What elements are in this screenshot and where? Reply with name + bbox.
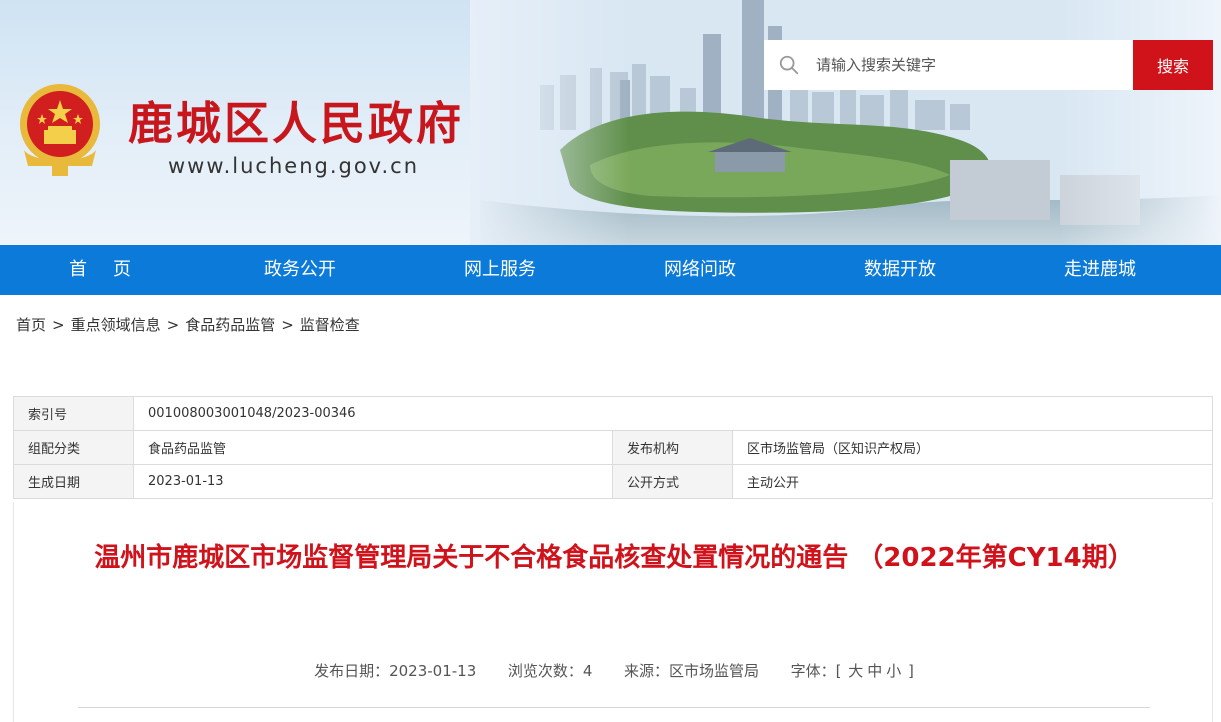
index-label: 索引号 [13, 396, 134, 431]
site-title[interactable]: 鹿城区人民政府 [128, 94, 464, 154]
national-emblem-icon [20, 84, 100, 176]
search-icon [779, 55, 799, 75]
font-size-medium-link[interactable]: 中 [867, 662, 882, 680]
breadcrumb: 首页 > 重点领域信息 > 食品药品监管 > 监督检查 [16, 314, 360, 336]
nav-item-about-lucheng[interactable]: 走进鹿城 [1000, 245, 1200, 295]
search-input[interactable] [814, 44, 1118, 86]
category-value: 食品药品监管 [133, 430, 613, 465]
article-divider [78, 707, 1150, 708]
publisher-value: 区市场监管局（区知识产权局） [732, 430, 1213, 465]
table-row: 索引号 001008003001048/2023-00346 [13, 396, 1213, 431]
breadcrumb-separator: > [281, 316, 294, 334]
publish-date-label: 发布日期： [314, 662, 390, 680]
publish-date-value: 2023-01-13 [389, 662, 477, 680]
table-row: 生成日期 2023-01-13 公开方式 主动公开 [13, 464, 1213, 499]
search-button[interactable]: 搜索 [1133, 40, 1213, 90]
font-size-label: 字体： [790, 662, 836, 680]
source-label: 来源： [623, 662, 669, 680]
breadcrumb-food-drug[interactable]: 食品药品监管 [185, 314, 275, 336]
nav-item-government-affairs[interactable]: 政务公开 [200, 245, 400, 295]
font-size-control: 字体：[ 大中小 ] [791, 662, 914, 680]
created-value: 2023-01-13 [133, 464, 613, 499]
header-banner: 鹿城区人民政府 www.lucheng.gov.cn 搜索 [0, 0, 1221, 245]
breadcrumb-separator: > [52, 316, 65, 334]
breadcrumb-key-areas[interactable]: 重点领域信息 [71, 314, 161, 336]
breadcrumb-separator: > [166, 316, 180, 334]
index-value: 001008003001048/2023-00346 [133, 396, 1213, 431]
site-url: www.lucheng.gov.cn [168, 154, 420, 178]
created-label: 生成日期 [13, 464, 134, 499]
public-method-value: 主动公开 [732, 464, 1213, 499]
nav-item-home[interactable]: 首页 [0, 245, 200, 295]
font-size-small-link[interactable]: 小 [886, 662, 901, 680]
nav-item-online-inquiry[interactable]: 网络问政 [600, 245, 800, 295]
publisher-label: 发布机构 [612, 430, 733, 465]
nav-item-online-services[interactable]: 网上服务 [400, 245, 600, 295]
public-method-label: 公开方式 [612, 464, 733, 499]
table-row: 组配分类 食品药品监管 发布机构 区市场监管局（区知识产权局） [13, 430, 1213, 465]
font-size-large-link[interactable]: 大 [848, 662, 863, 680]
article: 温州市鹿城区市场监督管理局关于不合格食品核查处置情况的通告 （2022年第CY1… [13, 502, 1213, 722]
views-label: 浏览次数： [507, 662, 583, 680]
article-title: 温州市鹿城区市场监督管理局关于不合格食品核查处置情况的通告 （2022年第CY1… [94, 543, 1134, 573]
nav-item-open-data[interactable]: 数据开放 [800, 245, 1000, 295]
main-nav: 首页 政务公开 网上服务 网络问政 数据开放 走进鹿城 [0, 245, 1221, 295]
search-box[interactable] [764, 40, 1133, 90]
breadcrumb-home[interactable]: 首页 [16, 314, 46, 336]
document-meta-table: 索引号 001008003001048/2023-00346 组配分类 食品药品… [13, 396, 1213, 499]
article-meta: 发布日期：2023-01-13 浏览次数：4 来源：区市场监管局 字体：[ 大中… [14, 660, 1214, 682]
views-value: 4 [582, 662, 593, 680]
font-bracket-open: [ [835, 662, 842, 680]
source-value: 区市场监管局 [668, 662, 759, 680]
breadcrumb-supervision[interactable]: 监督检查 [300, 314, 360, 336]
font-bracket-close: ] [908, 662, 914, 680]
category-label: 组配分类 [13, 430, 134, 465]
